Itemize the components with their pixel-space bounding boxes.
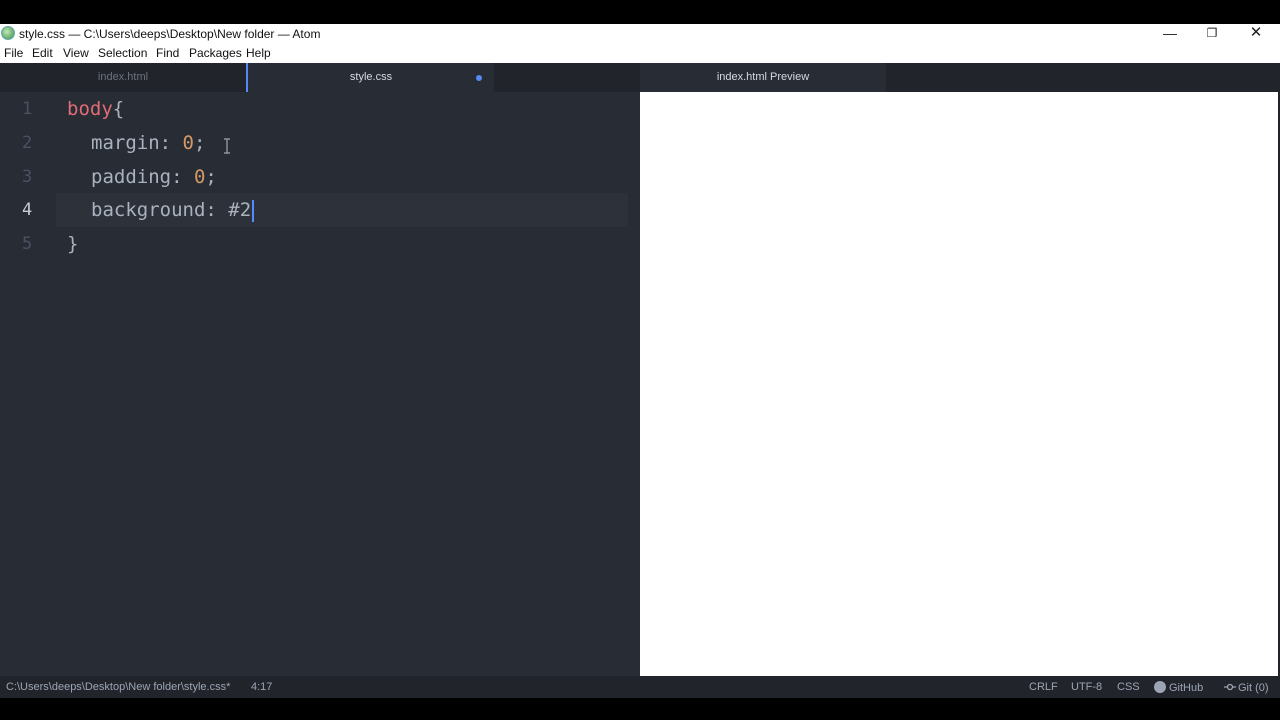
menu-edit[interactable]: Edit: [32, 46, 53, 60]
status-file-path[interactable]: C:\Users\deeps\Desktop\New folder\style.…: [6, 681, 230, 693]
css-property: background: [91, 199, 206, 221]
code-line[interactable]: }: [56, 227, 628, 261]
colon: :: [205, 199, 229, 221]
github-label: GitHub: [1169, 682, 1204, 694]
close-button[interactable]: ✕: [1236, 24, 1276, 44]
status-bar: C:\Users\deeps\Desktop\New folder\style.…: [0, 676, 1280, 698]
css-value: #2: [228, 199, 252, 221]
restore-button[interactable]: ❐: [1192, 24, 1232, 44]
atom-window: style.css — C:\Users\deeps\Desktop\New f…: [0, 24, 1280, 698]
status-cursor-position[interactable]: 4:17: [251, 681, 272, 693]
semicolon: ;: [193, 132, 206, 154]
tab-index-html[interactable]: index.html: [0, 63, 246, 92]
css-selector: body: [67, 98, 113, 120]
css-property: padding: [91, 166, 172, 188]
tab-label: index.html Preview: [716, 71, 810, 83]
ibeam-cursor-icon: [224, 138, 230, 154]
status-line-ending[interactable]: CRLF: [1029, 681, 1058, 693]
line-number: 3: [22, 167, 33, 187]
open-brace: {: [112, 98, 125, 120]
menu-help[interactable]: Help: [246, 46, 271, 60]
code-line-current[interactable]: background: #2: [56, 193, 628, 227]
status-git[interactable]: Git (0): [1224, 681, 1269, 694]
code-line[interactable]: margin: 0;: [56, 126, 628, 160]
tab-label: style.css: [349, 71, 393, 83]
status-grammar[interactable]: CSS: [1117, 681, 1140, 693]
right-pane-tab-bar: index.html Preview: [640, 63, 1278, 92]
modified-indicator-icon[interactable]: [476, 75, 482, 81]
colon: :: [171, 166, 194, 188]
left-pane-tab-bar: index.html style.css: [0, 63, 640, 92]
menu-view[interactable]: View: [63, 46, 89, 60]
atom-app-icon: [1, 26, 15, 40]
status-github[interactable]: GitHub: [1154, 681, 1203, 694]
minimize-button[interactable]: —: [1150, 24, 1190, 44]
status-encoding[interactable]: UTF-8: [1071, 681, 1102, 693]
menu-file[interactable]: File: [4, 46, 23, 60]
code-line[interactable]: padding: 0;: [56, 160, 628, 194]
line-number: 5: [22, 234, 33, 254]
html-preview-pane[interactable]: [640, 92, 1278, 676]
tab-style-css[interactable]: style.css: [246, 63, 494, 92]
title-bar: style.css — C:\Users\deeps\Desktop\New f…: [0, 24, 1280, 44]
css-property: margin: [91, 132, 160, 154]
line-number: 2: [22, 133, 33, 153]
semicolon: ;: [205, 166, 217, 188]
text-cursor: [252, 199, 255, 222]
close-brace: }: [67, 233, 79, 255]
git-commit-icon: [1224, 683, 1236, 691]
window-title: style.css — C:\Users\deeps\Desktop\New f…: [19, 27, 321, 41]
video-letterbox-bottom: [0, 698, 1280, 720]
tab-label: index.html: [97, 71, 149, 83]
menu-selection[interactable]: Selection: [98, 46, 147, 60]
menu-find[interactable]: Find: [156, 46, 179, 60]
line-number-current: 4: [22, 200, 33, 220]
css-value: 0: [193, 166, 206, 188]
css-value: 0: [182, 132, 194, 154]
line-number-gutter: 1 2 3 4 5: [0, 92, 56, 676]
tab-index-html-preview[interactable]: index.html Preview: [640, 63, 886, 92]
github-icon: [1154, 681, 1166, 693]
git-label: Git (0): [1238, 682, 1269, 694]
video-letterbox-top: [0, 0, 1280, 24]
code-editor[interactable]: 1 2 3 4 5 body{ margin: 0; padding: 0; b…: [0, 92, 640, 676]
line-number: 1: [22, 99, 33, 119]
code-line[interactable]: body{: [56, 92, 628, 126]
colon: :: [159, 132, 183, 154]
menu-bar: File Edit View Selection Find Packages H…: [0, 44, 1280, 63]
menu-packages[interactable]: Packages: [189, 46, 242, 60]
